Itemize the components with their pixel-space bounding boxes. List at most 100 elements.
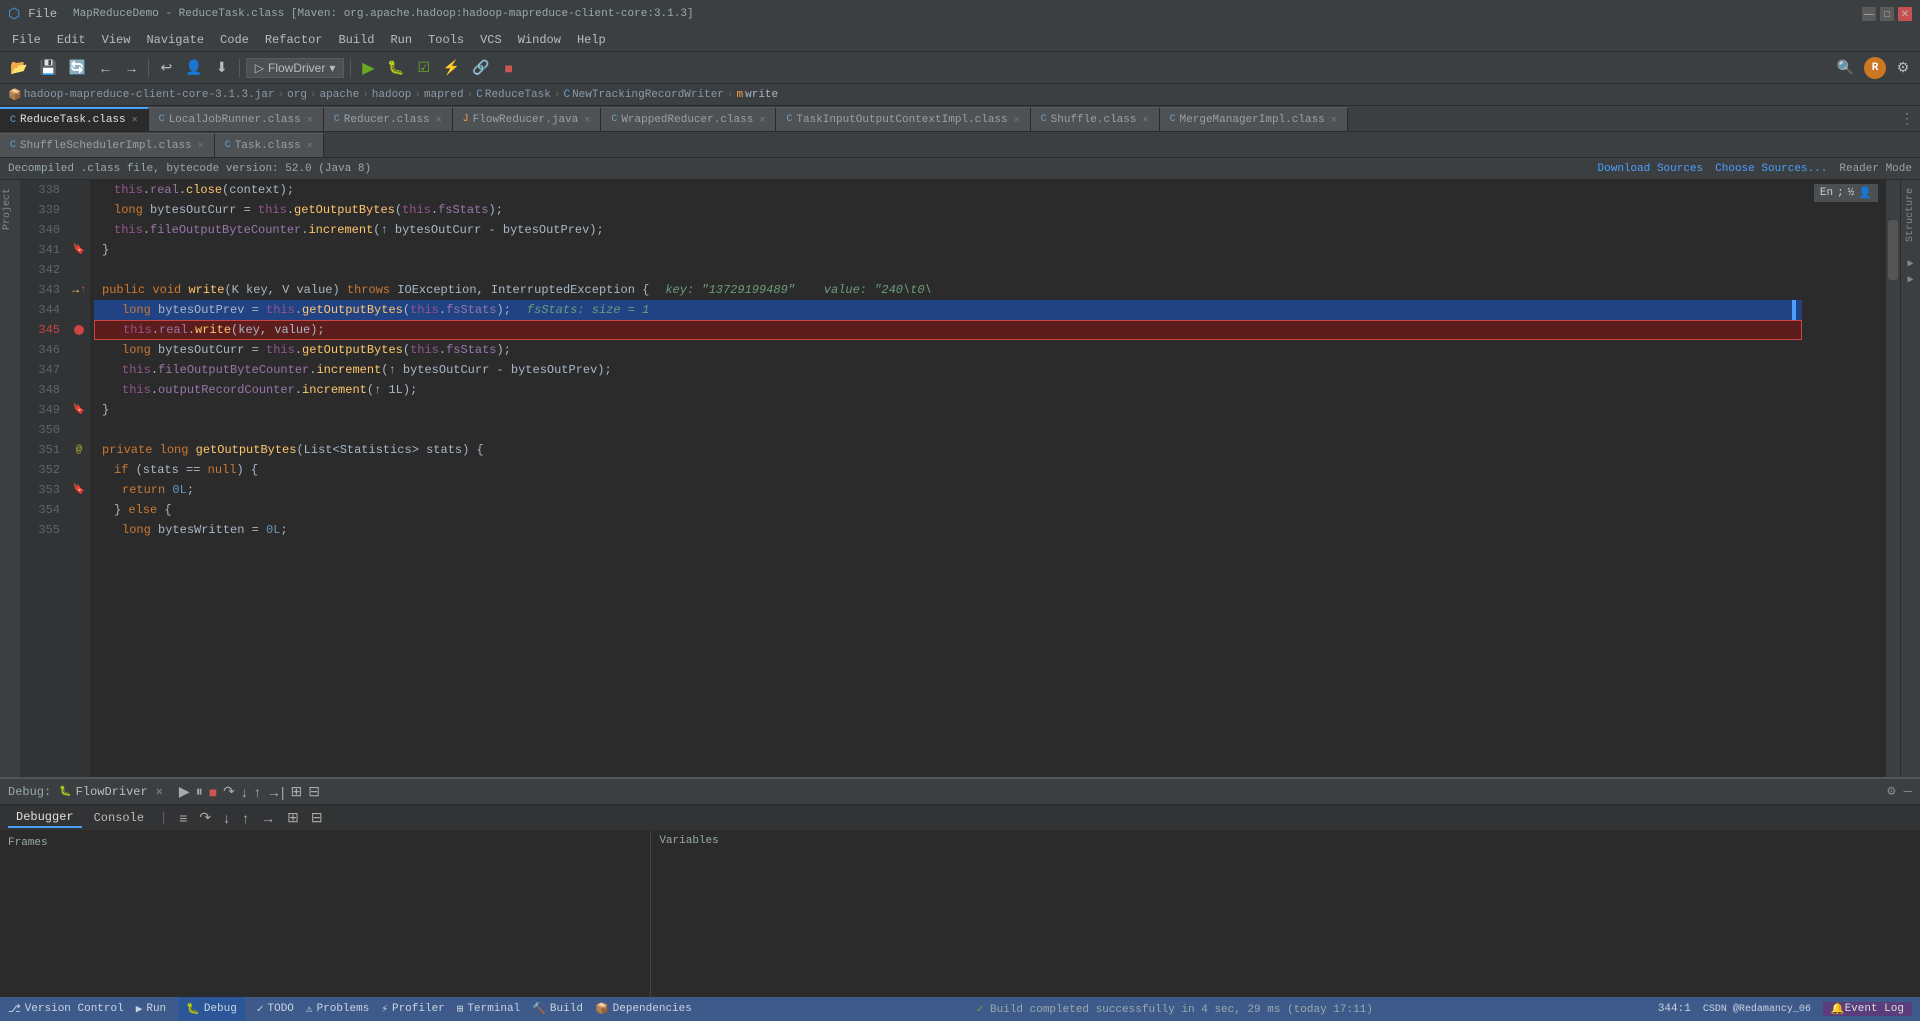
- debugger-tab[interactable]: Debugger: [8, 808, 82, 828]
- breadcrumb-newtracking[interactable]: C NewTrackingRecordWriter: [563, 89, 723, 101]
- tab-close-wrappedreducer[interactable]: ✕: [759, 114, 765, 126]
- debug-frames-btn[interactable]: ⊟: [308, 783, 320, 800]
- tab-close-shuffle[interactable]: ✕: [1143, 114, 1149, 126]
- breadcrumb-write[interactable]: m write: [737, 89, 779, 101]
- menu-vcs[interactable]: VCS: [472, 31, 510, 49]
- toolbar-user-btn[interactable]: 👤: [181, 57, 206, 79]
- menu-help[interactable]: Help: [569, 31, 614, 49]
- tab-flowreducer[interactable]: J FlowReducer.java ✕: [453, 107, 602, 131]
- breadcrumb-apache[interactable]: apache: [320, 89, 360, 101]
- event-log-btn[interactable]: 🔔 Event Log: [1823, 1002, 1912, 1016]
- vertical-scrollbar[interactable]: [1886, 180, 1900, 777]
- reader-mode-link[interactable]: Reader Mode: [1839, 163, 1912, 175]
- tab-task[interactable]: C Task.class ✕: [215, 133, 324, 157]
- breadcrumb-jar[interactable]: 📦 hadoop-mapreduce-client-core-3.1.3.jar: [8, 88, 275, 102]
- toolbar-forward-btn[interactable]: →: [120, 57, 142, 79]
- minimize-button[interactable]: —: [1862, 7, 1876, 21]
- toolbar-save-btn[interactable]: 💾: [35, 57, 60, 79]
- debug-step-out-small[interactable]: ↑: [238, 808, 253, 828]
- stop-button[interactable]: ■: [498, 57, 520, 79]
- status-dependencies[interactable]: 📦 Dependencies: [595, 1002, 692, 1016]
- expand-icon[interactable]: ▶: [1907, 258, 1913, 270]
- breadcrumb-hadoop[interactable]: hadoop: [372, 89, 412, 101]
- debug-resume-btn[interactable]: ▶: [179, 783, 190, 800]
- toolbar-back-btn[interactable]: ←: [94, 57, 116, 79]
- status-todo[interactable]: ✓ TODO: [257, 1002, 294, 1016]
- collapse-icon[interactable]: ▶: [1907, 274, 1913, 286]
- coverage-button[interactable]: ☑: [413, 57, 435, 79]
- breadcrumb-reducetask[interactable]: C ReduceTask: [476, 89, 551, 101]
- download-sources-link[interactable]: Download Sources: [1598, 163, 1704, 175]
- tab-reducer[interactable]: C Reducer.class ✕: [324, 107, 453, 131]
- close-button[interactable]: ✕: [1898, 7, 1912, 21]
- status-csdn[interactable]: CSDN @Redamancy_06: [1703, 1004, 1811, 1015]
- toolbar-open-btn[interactable]: 📂: [6, 57, 31, 79]
- tab-shuffle[interactable]: C Shuffle.class ✕: [1031, 107, 1160, 131]
- menu-navigate[interactable]: Navigate: [138, 31, 212, 49]
- tab-close-reducetask[interactable]: ✕: [132, 114, 138, 126]
- toolbar-sync-btn[interactable]: 🔄: [65, 57, 90, 79]
- status-terminal[interactable]: ⊞ Terminal: [457, 1002, 520, 1016]
- profile-button[interactable]: ⚡: [439, 57, 464, 79]
- console-tab[interactable]: Console: [86, 809, 152, 827]
- choose-sources-link[interactable]: Choose Sources...: [1715, 163, 1827, 175]
- tabs-more-button[interactable]: ⋮: [1894, 107, 1920, 131]
- status-profiler[interactable]: ⚡ Profiler: [381, 1002, 444, 1016]
- toolbar-revert-btn[interactable]: ↩: [155, 57, 177, 79]
- status-version-control[interactable]: ⎇ Version Control: [8, 1002, 124, 1016]
- debug-evaluate-btn[interactable]: ⊞: [291, 783, 303, 800]
- breakpoint-dot-345[interactable]: [74, 325, 84, 335]
- tab-close-shufflescheduler[interactable]: ✕: [198, 140, 204, 152]
- status-run[interactable]: ▶ Run: [136, 1002, 166, 1016]
- tab-close-flowreducer[interactable]: ✕: [584, 114, 590, 126]
- debug-run-cursor-small[interactable]: →: [257, 808, 279, 828]
- debug-step-out-btn[interactable]: ↑: [254, 784, 261, 800]
- debug-session-close[interactable]: ✕: [156, 784, 163, 799]
- tab-close-localjobrunner[interactable]: ✕: [307, 114, 313, 126]
- maximize-button[interactable]: □: [1880, 7, 1894, 21]
- menu-build[interactable]: Build: [330, 31, 382, 49]
- project-tab[interactable]: Project: [0, 180, 20, 238]
- debug-frames-list-btn[interactable]: ≡: [175, 808, 191, 828]
- tab-localjobrunner[interactable]: C LocalJobRunner.class ✕: [149, 107, 324, 131]
- debug-trace-btn[interactable]: ⊟: [307, 807, 327, 828]
- title-bar-menu-file[interactable]: File: [28, 7, 57, 21]
- tab-reducetask[interactable]: C ReduceTask.class ✕: [0, 107, 149, 131]
- structure-tab[interactable]: Structure: [1903, 180, 1918, 250]
- menu-view[interactable]: View: [94, 31, 139, 49]
- debug-step-over-btn[interactable]: ↷: [223, 783, 235, 800]
- debug-run-button[interactable]: 🐛: [383, 57, 408, 79]
- debug-run-to-cursor-btn[interactable]: →|: [267, 784, 285, 800]
- debug-minimize-icon[interactable]: —: [1904, 784, 1912, 800]
- debug-step-over-small[interactable]: ↷: [195, 807, 215, 828]
- settings-btn[interactable]: ⚙: [1892, 57, 1914, 79]
- menu-tools[interactable]: Tools: [420, 31, 472, 49]
- breadcrumb-org[interactable]: org: [287, 89, 307, 101]
- status-debug[interactable]: 🐛 Debug: [178, 997, 245, 1021]
- status-problems[interactable]: ⚠ Problems: [306, 1002, 369, 1016]
- tab-close-mergemanager[interactable]: ✕: [1331, 114, 1337, 126]
- debug-pause-btn[interactable]: ⏸: [196, 783, 203, 800]
- toolbar-update-btn[interactable]: ⬇: [211, 57, 233, 79]
- debug-settings-icon[interactable]: ⚙: [1887, 783, 1895, 800]
- menu-refactor[interactable]: Refactor: [257, 31, 331, 49]
- menu-window[interactable]: Window: [510, 31, 569, 49]
- tab-wrappedreducer[interactable]: C WrappedReducer.class ✕: [601, 107, 776, 131]
- debug-stop-btn[interactable]: ■: [209, 784, 217, 800]
- run-button[interactable]: ▶: [357, 57, 379, 79]
- flow-driver-button[interactable]: ▷ FlowDriver ▾: [246, 58, 345, 78]
- menu-run[interactable]: Run: [382, 31, 420, 49]
- menu-edit[interactable]: Edit: [49, 31, 94, 49]
- menu-file[interactable]: File: [4, 31, 49, 49]
- menu-code[interactable]: Code: [212, 31, 257, 49]
- status-position[interactable]: 344:1: [1658, 1003, 1691, 1015]
- status-build[interactable]: 🔨 Build: [532, 1002, 583, 1016]
- debug-eval-small[interactable]: ⊞: [283, 807, 303, 828]
- breadcrumb-mapred[interactable]: mapred: [424, 89, 464, 101]
- tab-mergemanager[interactable]: C MergeManagerImpl.class ✕: [1160, 107, 1348, 131]
- attach-btn[interactable]: 🔗: [468, 57, 493, 79]
- tab-shufflescheduler[interactable]: C ShuffleSchedulerImpl.class ✕: [0, 133, 215, 157]
- debug-step-into-small[interactable]: ↓: [219, 808, 234, 828]
- tab-close-reducer[interactable]: ✕: [436, 114, 442, 126]
- scrollbar-thumb[interactable]: [1888, 220, 1898, 280]
